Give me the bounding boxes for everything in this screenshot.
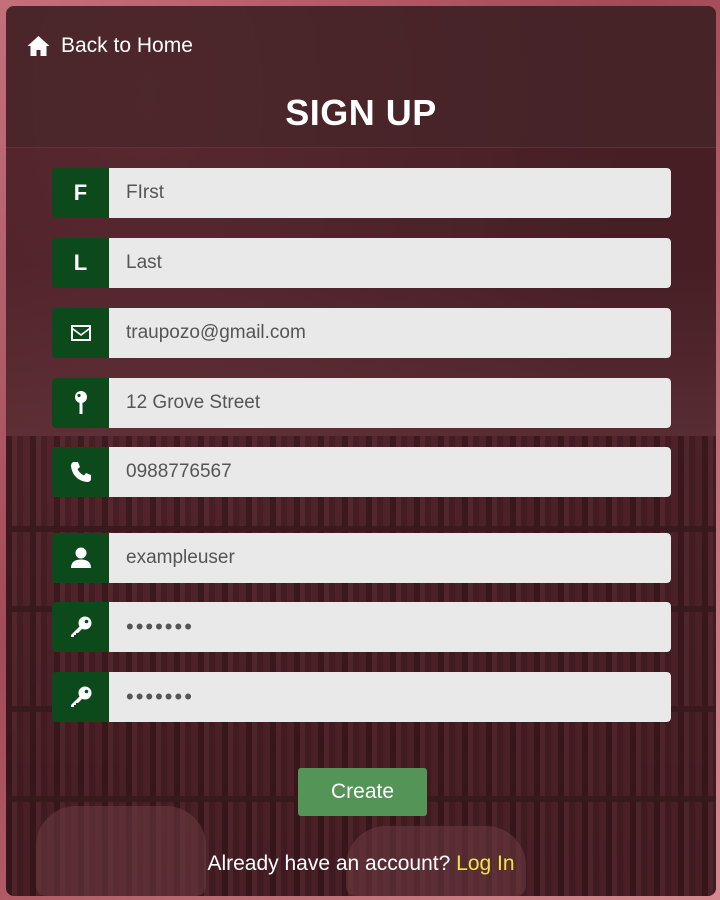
- login-prompt: Already have an account? Log In: [6, 852, 716, 876]
- first-name-field: F: [52, 168, 671, 218]
- envelope-icon: [52, 308, 109, 358]
- phone-input[interactable]: [109, 447, 671, 497]
- home-icon: [27, 36, 50, 56]
- back-to-home-link[interactable]: Back to Home: [26, 34, 193, 58]
- back-to-home-label: Back to Home: [61, 34, 193, 57]
- username-input[interactable]: [109, 533, 671, 583]
- login-link[interactable]: Log In: [456, 852, 514, 875]
- email-input[interactable]: [109, 308, 671, 358]
- login-prompt-text: Already have an account?: [207, 852, 451, 875]
- first-initial-icon: F: [52, 168, 109, 218]
- shelf-divider: [6, 526, 716, 532]
- confirm-password-field: [52, 672, 671, 722]
- phone-icon: [52, 447, 109, 497]
- page-title: SIGN UP: [285, 92, 437, 133]
- create-button[interactable]: Create: [298, 768, 427, 816]
- signup-card: Back to Home SIGN UP F L: [6, 6, 716, 896]
- last-name-input[interactable]: [109, 238, 671, 288]
- address-input[interactable]: [109, 378, 671, 428]
- first-name-input[interactable]: [109, 168, 671, 218]
- background-chair: [36, 806, 206, 896]
- map-pin-icon: [52, 378, 109, 428]
- password-input[interactable]: [109, 602, 671, 652]
- address-field: [52, 378, 671, 428]
- last-initial-icon: L: [52, 238, 109, 288]
- confirm-password-input[interactable]: [109, 672, 671, 722]
- password-field: [52, 602, 671, 652]
- phone-field: [52, 447, 671, 497]
- key-icon: [52, 672, 109, 722]
- email-field: [52, 308, 671, 358]
- user-icon: [52, 533, 109, 583]
- username-field: [52, 533, 671, 583]
- last-name-field: L: [52, 238, 671, 288]
- key-icon: [52, 602, 109, 652]
